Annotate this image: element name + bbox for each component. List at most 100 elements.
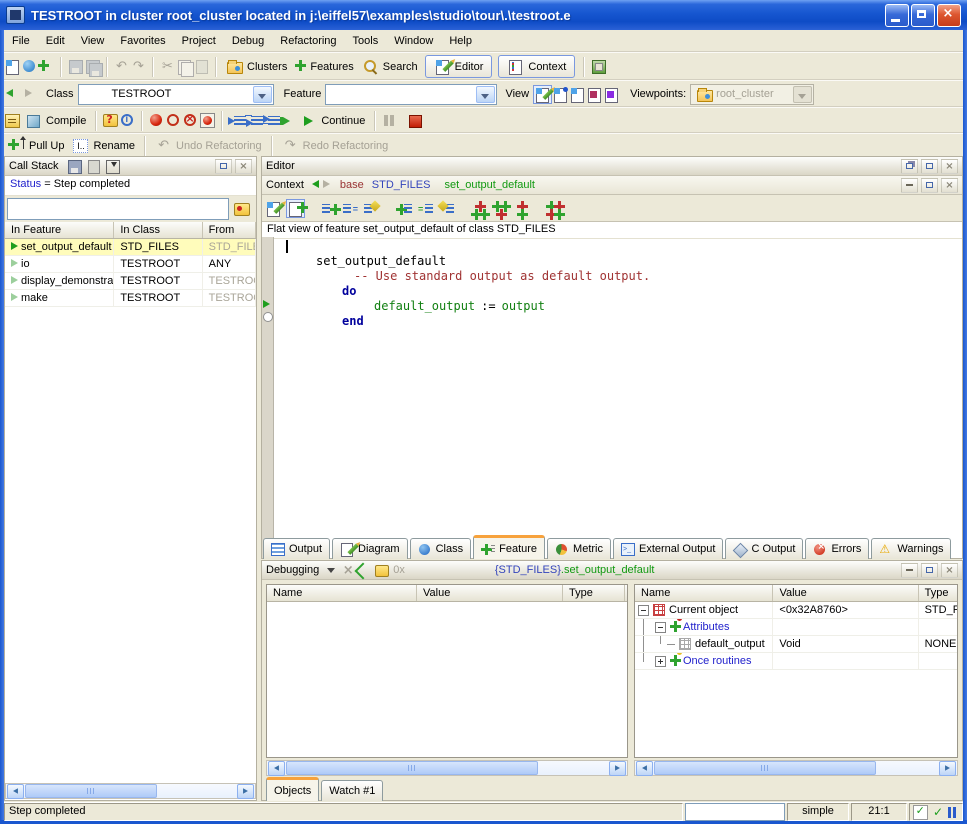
tab-output[interactable]: Output [263,538,330,559]
redo-refactoring-button[interactable]: ↷ Redo Refactoring [278,135,393,156]
scroll-left-icon[interactable] [268,761,285,776]
drop-object-icon[interactable] [233,201,251,218]
continue-button[interactable]: Continue [296,110,369,131]
show-assignees-icon[interactable]: = [417,200,434,217]
col-in-feature[interactable]: In Feature [5,222,114,238]
object-tree-row[interactable]: Current object <0x32A8760> STD_FILES [635,602,957,619]
crumb-cluster[interactable]: base [340,179,364,191]
tab-objects[interactable]: Objects [266,777,319,801]
edit-feature-icon[interactable] [265,200,282,217]
editor-view-icon[interactable] [533,85,552,104]
panel-close-button[interactable]: × [941,178,958,193]
editor-gutter[interactable] [262,237,274,558]
stop-button[interactable] [406,112,423,129]
code-editor[interactable]: set_output_default -- Use standard outpu… [274,239,961,557]
close-button[interactable]: × [937,4,961,27]
menu-project[interactable]: Project [174,32,224,50]
menu-window[interactable]: Window [386,32,441,50]
locals-col-type[interactable]: Type [563,585,625,601]
tab-warnings[interactable]: ⚠Warnings [871,538,951,559]
menu-help[interactable]: Help [441,32,480,50]
locals-col-value[interactable]: Value [417,585,563,601]
forward-icon[interactable] [23,84,42,105]
scroll-right-icon[interactable] [939,761,956,776]
clusters-button[interactable]: Clusters [222,56,291,77]
crumb-feature[interactable]: set_output_default [444,179,535,191]
stack-filter-input[interactable] [7,198,229,220]
minimize-button[interactable] [885,4,909,27]
call-stack-hscrollbar[interactable] [5,783,256,799]
compile-button[interactable]: Compile [21,110,90,131]
new-expression-icon[interactable] [355,563,371,578]
breakpoint-disable-icon[interactable] [165,112,182,129]
objects-col-name[interactable]: Name [635,585,773,601]
panel-close-button[interactable]: × [235,159,252,174]
objects-col-value[interactable]: Value [773,585,918,601]
call-stack-row-current[interactable]: set_output_default STD_FILES STD_FILES [5,239,256,256]
scroll-right-icon[interactable] [237,784,254,799]
copy-icon[interactable] [176,58,193,75]
tab-metric[interactable]: Metric [547,538,611,559]
menu-view[interactable]: View [73,32,113,50]
object-tree-row[interactable]: Once routines [635,653,957,670]
tab-errors[interactable]: ×Errors [805,538,869,559]
clients-icon[interactable] [513,200,530,217]
scroll-thumb[interactable] [25,784,157,798]
tab-c-output[interactable]: C Output [725,538,803,559]
debugging-menu-arrow-icon[interactable] [327,564,335,576]
class-combo-arrow-icon[interactable] [253,86,272,103]
panel-minimize-button[interactable] [901,563,918,578]
flat-view-icon[interactable] [569,86,586,103]
ancestors-icon[interactable] [471,200,488,217]
breakpoint-remove-icon[interactable]: × [182,112,199,129]
scroll-thumb[interactable] [654,761,876,775]
panel-close-button[interactable]: × [941,563,958,578]
remove-watch-icon[interactable]: × [341,562,355,579]
save-all-icon[interactable] [84,58,101,75]
feature-combo[interactable] [325,84,497,105]
col-from[interactable]: From [203,222,256,238]
scroll-left-icon[interactable] [636,761,653,776]
undo-icon[interactable]: ↶ [113,58,130,75]
context-toggle-button[interactable]: Context [498,55,575,78]
breakpoint-enable-icon[interactable] [148,112,165,129]
step-over-icon[interactable] [228,112,245,129]
locals-col-name[interactable]: Name [267,585,417,601]
copy-stack-icon[interactable] [86,159,102,174]
suppliers-icon[interactable] [546,200,563,217]
breakpoint-show-icon[interactable] [199,112,216,129]
undo-refactoring-button[interactable]: ↶ Undo Refactoring [151,135,266,156]
menu-edit[interactable]: Edit [38,32,73,50]
scroll-thumb[interactable] [286,761,538,775]
col-in-class[interactable]: In Class [114,222,202,238]
scroll-left-icon[interactable] [7,784,24,799]
import-stack-icon[interactable] [105,159,121,174]
menu-tools[interactable]: Tools [345,32,387,50]
tab-feature[interactable]: Feature [473,535,545,559]
show-creators-icon[interactable] [363,200,380,217]
call-stack-row[interactable]: display_demonstrat... TESTROOT TESTROOT [5,273,256,290]
pause-button[interactable] [381,112,398,129]
object-tree-row[interactable]: Attributes [635,619,957,636]
show-callers-icon[interactable] [321,200,338,217]
save-icon[interactable] [67,58,84,75]
collapse-icon[interactable] [655,622,666,633]
locals-hscrollbar[interactable] [266,760,628,776]
interface-view-icon[interactable] [603,86,620,103]
show-callees-icon[interactable] [396,200,413,217]
tab-external-output[interactable]: >_External Output [613,538,723,559]
project-settings-icon[interactable] [4,112,21,129]
pull-up-button[interactable]: Pull Up [4,134,68,158]
info-icon[interactable]: i [119,112,136,129]
panel-maximize-button[interactable] [921,159,938,174]
panel-maximize-button[interactable] [921,178,938,193]
menu-file[interactable]: File [4,32,38,50]
context-back-icon[interactable] [312,179,319,191]
new-feature-icon[interactable] [286,199,305,218]
melt-question-icon[interactable]: ? [102,112,119,129]
search-button[interactable]: Search [358,56,422,77]
menu-debug[interactable]: Debug [224,32,272,50]
paste-icon[interactable] [193,58,210,75]
expand-icon[interactable] [655,656,666,667]
panel-float-button[interactable] [901,159,918,174]
